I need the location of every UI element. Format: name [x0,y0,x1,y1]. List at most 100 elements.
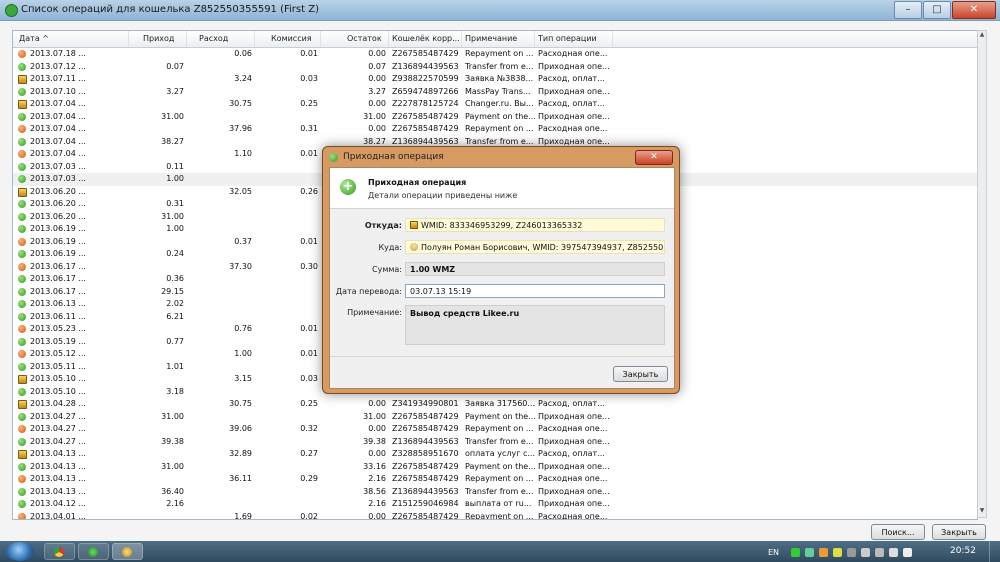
cell-note: Repayment on ... [465,124,534,133]
col-expense-header[interactable]: Расход [187,31,255,47]
cell-out: 32.05 [229,186,252,196]
dialog-close-button[interactable]: ✕ [635,150,673,165]
note-label: Примечание: [347,308,402,317]
show-desktop-button[interactable] [989,541,1000,562]
incoming-icon [18,200,26,208]
cell-date: 2013.07.03 ... [30,174,86,183]
sum-field[interactable]: 1.00 WMZ [405,262,665,276]
cell-out: 0.76 [234,324,252,333]
cell-in [129,236,187,249]
table-row[interactable]: 2013.07.12 ... 0.07 0.07 Z136894439563 Trans… [13,61,977,74]
minimize-button[interactable]: – [894,1,922,19]
table-row[interactable]: 2013.04.13 ... 31.00 33.16 Z267585487429 Pay… [13,461,977,474]
cell-in [129,98,187,111]
cell-fee: 0.29 [300,474,318,483]
cell-in: 31.00 [161,411,184,421]
network-icon[interactable] [889,547,899,557]
to-field[interactable]: Полуян Роман Борисович, WMID: 3975473949… [405,240,665,254]
cell-date: 2013.04.13 ... [30,449,86,458]
table-row[interactable]: 2013.04.13 ... 32.89 0.27 0.00 Z328858951670… [13,448,977,461]
search-button[interactable]: Поиск... [871,524,925,540]
main-window: Список операций для кошелька Z8525503555… [0,0,1000,541]
tray-orange-icon[interactable] [819,547,829,557]
cell-in [129,473,187,486]
tray-usb-icon[interactable] [861,547,871,557]
table-row[interactable]: 2013.04.13 ... 36.11 0.29 2.16 Z267585487429… [13,473,977,486]
cell-note: оплата услуг с... [465,449,535,458]
cell-date: 2013.06.17 ... [30,286,86,296]
date-field[interactable]: 03.07.13 15:19 [405,284,665,298]
outgoing-icon [18,425,26,433]
cell-date: 2013.07.11 ... [30,74,86,83]
tray-gray-icon[interactable] [847,547,857,557]
maximize-button[interactable]: □ [923,1,951,19]
cell-fee [255,386,321,399]
col-fee-header[interactable]: Комиссия [255,31,321,47]
incoming-icon [18,287,26,296]
from-field[interactable]: WMID: 833346953299, Z246013365332 [405,218,665,232]
col-purse-header[interactable]: Кошелёк корр... [389,31,462,47]
col-note-header[interactable]: Примечание [462,31,535,47]
cell-note: Transfer from e... [465,61,534,71]
col-date-header[interactable]: Дата ^ [13,31,129,47]
table-row[interactable]: 2013.07.04 ... 30.75 0.25 0.00 Z227878125724… [13,98,977,111]
cell-date: 2013.05.10 ... [30,386,86,396]
cell-note: Заявка 317560... [465,399,535,408]
cell-date: 2013.04.27 ... [30,411,86,421]
cell-out: 0.37 [234,236,252,246]
table-row[interactable]: 2013.07.04 ... 37.96 0.31 0.00 Z267585487429… [13,123,977,136]
cell-type: Приходная опе... [538,411,610,421]
clock[interactable]: 20:52 [950,546,976,556]
table-row[interactable]: 2013.04.27 ... 39.06 0.32 0.00 Z267585487429… [13,423,977,436]
taskbar-webmoney-agent[interactable] [78,543,109,560]
incoming-icon [18,500,26,508]
tray-flag-icon[interactable] [875,547,885,557]
note-field[interactable]: Вывод средств Likee.ru [405,305,665,345]
col-type-header[interactable]: Тип операции [535,31,613,47]
tray-app-icon[interactable] [805,547,815,557]
cell-fee [255,211,321,224]
table-row[interactable]: 2013.07.18 ... 0.06 0.01 0.00 Z267585487429 R… [13,48,977,61]
scroll-up-icon[interactable]: ▲ [978,31,986,41]
dialog-ok-button[interactable]: Закрыть [613,366,668,382]
cell-note: Payment on the... [465,411,535,421]
col-income-header[interactable]: Приход [129,31,187,47]
title-bar[interactable]: Список операций для кошелька Z8525503555… [0,0,1000,21]
cell-purse: Z136894439563 [392,486,459,496]
language-indicator[interactable]: EN [768,548,779,557]
cell-out [187,111,255,124]
table-row[interactable]: 2013.07.04 ... 31.00 31.00 Z267585487429 Pay… [13,111,977,124]
payment-icon [18,400,27,409]
table-row[interactable]: 2013.07.11 ... 3.24 0.03 0.00 Z938822570599 З… [13,73,977,86]
cell-fee [255,198,321,211]
incoming-icon [18,175,26,183]
table-row[interactable]: 2013.07.10 ... 3.27 3.27 Z659474897266 MassP… [13,86,977,99]
incoming-icon [18,250,26,258]
close-button[interactable]: Закрыть [932,524,986,540]
incoming-icon [18,412,26,421]
table-row[interactable]: 2013.04.13 ... 36.40 38.56 Z136894439563 Tra… [13,486,977,499]
vertical-scrollbar[interactable]: ▲ ▼ [977,30,987,518]
tray-yellow-icon[interactable] [833,547,843,557]
person-icon [410,243,418,251]
table-row[interactable]: 2013.04.28 ... 30.75 0.25 0.00 Z341934990801… [13,398,977,411]
tray-webmoney-icon[interactable] [791,547,801,557]
cell-bal: 0.00 [368,424,386,433]
cell-in: 31.00 [161,211,184,221]
table-row[interactable]: 2013.04.27 ... 39.38 39.38 Z136894439563 Tra… [13,436,977,449]
table-row[interactable]: 2013.04.01 ... 1.69 0.02 0.00 Z267585487429 R… [13,511,977,519]
cell-bal: 2.16 [368,474,386,483]
cell-date: 2013.07.04 ... [30,136,86,146]
close-window-button[interactable]: ✕ [952,1,996,19]
cell-fee [255,273,321,286]
volume-icon[interactable] [903,547,913,557]
table-row[interactable]: 2013.04.27 ... 31.00 31.00 Z267585487429 Pay… [13,411,977,424]
taskbar-chrome[interactable] [44,543,75,560]
cell-fee: 0.01 [300,324,318,333]
taskbar-keeper[interactable] [112,543,143,560]
cell-in [129,398,187,411]
scroll-down-icon[interactable]: ▼ [978,507,986,517]
table-row[interactable]: 2013.04.12 ... 2.16 2.16 Z151259046984 выпла… [13,498,977,511]
start-button[interactable] [6,542,34,561]
col-balance-header[interactable]: Остаток [321,31,389,47]
